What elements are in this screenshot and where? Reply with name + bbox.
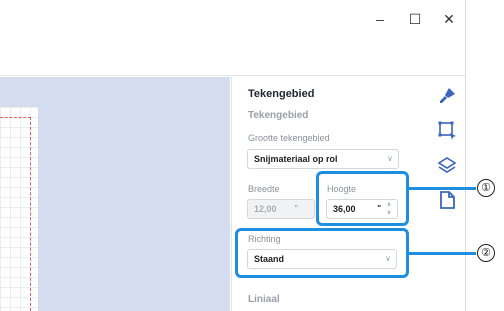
brush-icon[interactable] xyxy=(437,86,457,106)
width-label: Breedte xyxy=(248,184,280,194)
highlight-height-field xyxy=(316,171,409,226)
highlight-orientation-field xyxy=(235,228,409,278)
size-label: Grootte tekengebied xyxy=(248,133,330,143)
title-bar: – ☐ ✕ xyxy=(0,0,465,36)
layers-icon[interactable] xyxy=(437,156,457,176)
page-icon[interactable] xyxy=(437,190,457,210)
callout-line-2 xyxy=(409,252,476,255)
close-button[interactable]: ✕ xyxy=(439,9,459,29)
maximize-button[interactable]: ☐ xyxy=(405,9,425,29)
panel-title: Tekengebied xyxy=(248,88,315,100)
page-boundary-top xyxy=(0,117,31,118)
width-value: 12,00 xyxy=(254,204,277,214)
size-select[interactable]: Snijmateriaal op rol ∨ xyxy=(247,149,399,169)
minimize-button[interactable]: – xyxy=(370,9,390,29)
size-select-value: Snijmateriaal op rol xyxy=(254,154,338,164)
callout-line-1 xyxy=(409,187,476,190)
callout-marker-1: ① xyxy=(477,179,495,197)
page-boundary-right xyxy=(30,117,31,311)
ruler-section-title: Liniaal xyxy=(248,294,280,305)
drawing-canvas[interactable] xyxy=(0,77,230,311)
chevron-down-icon: ∨ xyxy=(387,154,393,163)
callout-marker-2: ② xyxy=(477,244,495,262)
width-field: 12,00 " xyxy=(247,199,315,219)
toolbar xyxy=(0,36,465,76)
section-title: Tekengebied xyxy=(248,110,309,121)
select-area-icon[interactable] xyxy=(437,120,457,140)
width-unit: " xyxy=(294,204,298,213)
drawing-page[interactable] xyxy=(0,107,38,311)
